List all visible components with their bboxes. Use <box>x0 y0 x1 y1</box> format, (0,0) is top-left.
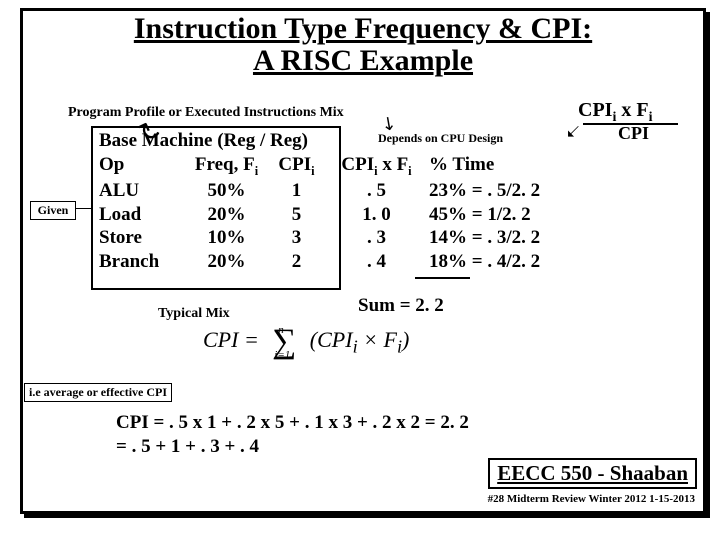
ie-note: i.e average or effective CPI <box>24 383 172 402</box>
cpi-formula: CPI = n ∑ i=1 (CPIi × Fi) <box>203 327 409 357</box>
fraction-numerator: CPIi x Fi <box>578 99 652 126</box>
table-row: Store10%3. 314% = . 3/2. 2 <box>99 226 594 250</box>
program-profile-label: Program Profile or Executed Instructions… <box>68 105 344 121</box>
table-header: OpFreq, FiCPIiCPIi x Fi% Time <box>99 153 594 179</box>
sum-value: Sum = 2. 2 <box>358 295 444 317</box>
given-connector <box>75 208 91 209</box>
table-title: Base Machine (Reg / Reg) <box>99 129 594 153</box>
slide-number-footer: #28 Midterm Review Winter 2012 1-15-2013 <box>488 493 695 505</box>
sum-bar <box>415 277 470 279</box>
cpi-calculation: CPI = . 5 x 1 + . 2 x 5 + . 1 x 3 + . 2 … <box>116 411 469 459</box>
table-row: ALU50%1. 523% = . 5/2. 2 <box>99 179 594 203</box>
cpi-table: Base Machine (Reg / Reg) OpFreq, FiCPIiC… <box>99 129 594 274</box>
fraction-denominator: CPI <box>618 123 649 144</box>
slide-frame: Instruction Type Frequency & CPI: A RISC… <box>20 8 706 514</box>
table-row: Load20%51. 045% = 1/2. 2 <box>99 203 594 227</box>
typical-mix-label: Typical Mix <box>158 306 230 322</box>
table-row: Branch20%2. 418% = . 4/2. 2 <box>99 250 594 274</box>
given-label: Given <box>30 201 76 220</box>
slide-title: Instruction Type Frequency & CPI: A RISC… <box>23 13 703 76</box>
course-footer: EECC 550 - Shaaban <box>488 458 697 489</box>
